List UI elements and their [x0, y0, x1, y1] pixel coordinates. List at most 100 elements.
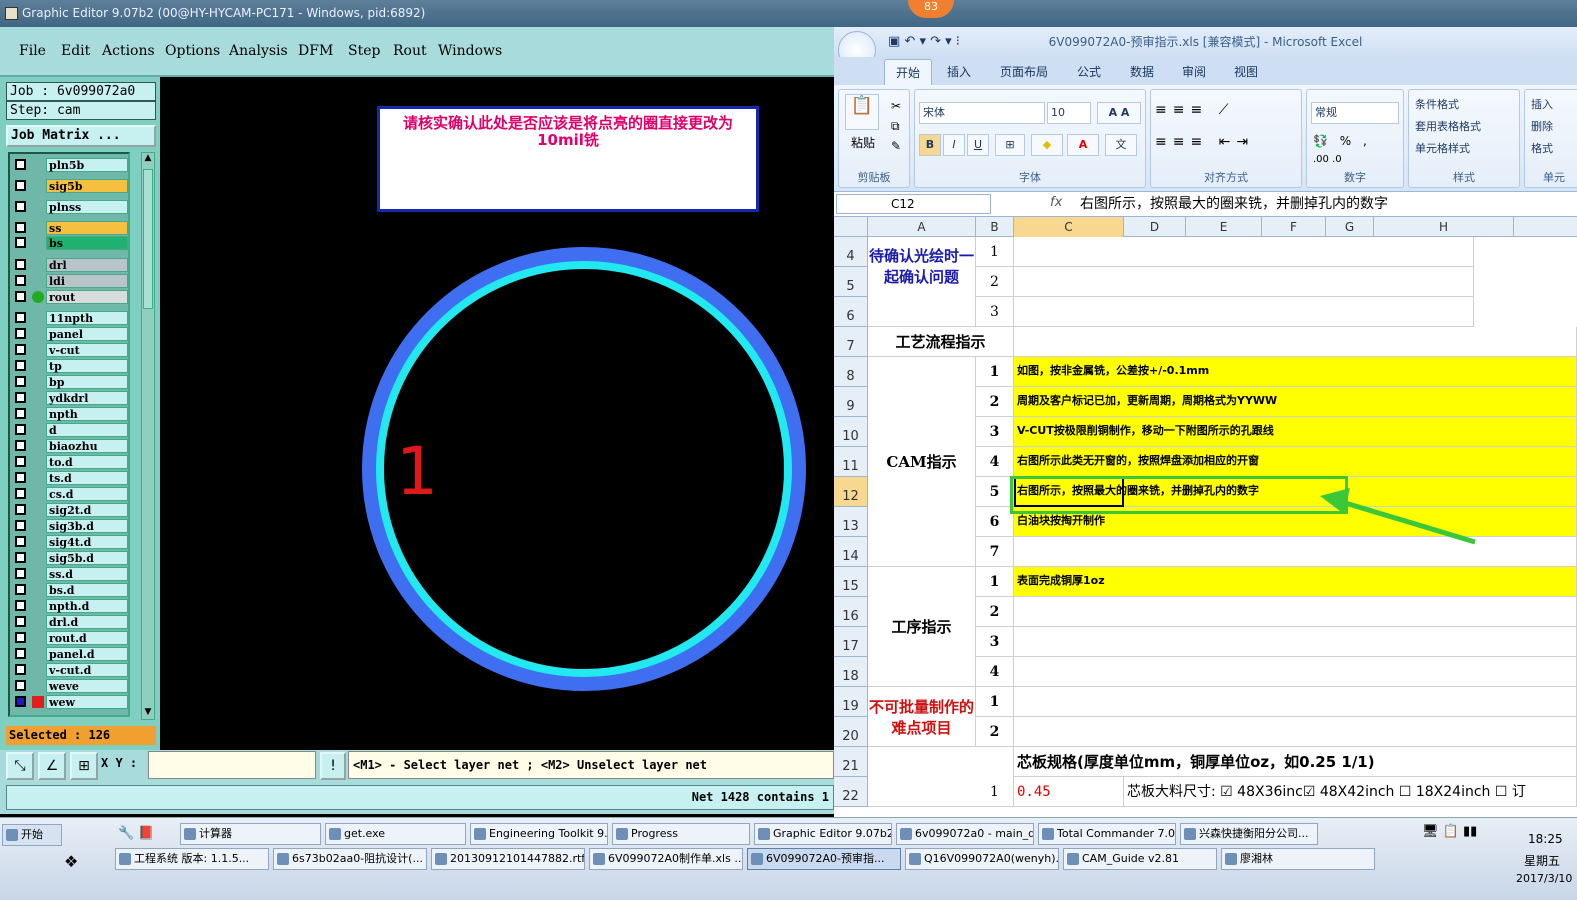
layer-name[interactable]: rout: [46, 290, 128, 304]
layer-name[interactable]: weve: [46, 679, 128, 693]
layer-checkbox[interactable]: [15, 291, 26, 302]
layer-name[interactable]: v-cut: [46, 343, 128, 357]
layer-name[interactable]: sig3b.d: [46, 519, 128, 533]
row-header[interactable]: 10: [834, 417, 868, 447]
menu-options[interactable]: Options: [165, 43, 220, 59]
layer-row[interactable]: ts.d: [12, 471, 130, 485]
layer-name[interactable]: drl.d: [46, 615, 128, 629]
layer-name[interactable]: sig4t.d: [46, 535, 128, 549]
row-header[interactable]: 8: [834, 357, 868, 387]
layer-checkbox[interactable]: [15, 275, 26, 286]
font-color-icon[interactable]: A: [1067, 134, 1099, 156]
layer-checkbox[interactable]: [15, 259, 26, 270]
core-size-options[interactable]: 芯板大料尺寸: ☑ 48X36inc☑ 48X42inch ☐ 18X24inc…: [1124, 777, 1577, 807]
layer-name[interactable]: to.d: [46, 455, 128, 469]
layer-name[interactable]: rout.d: [46, 631, 128, 645]
menu-windows[interactable]: Windows: [438, 43, 502, 59]
layer-row[interactable]: rout: [12, 290, 130, 304]
layer-checkbox[interactable]: [15, 376, 26, 387]
font-name-select[interactable]: 宋体: [919, 102, 1045, 124]
italic-button[interactable]: I: [943, 134, 965, 156]
layer-row[interactable]: tp: [12, 359, 130, 373]
layer-name[interactable]: drl: [46, 258, 128, 272]
tab-view[interactable]: 视图: [1234, 63, 1258, 80]
layer-checkbox[interactable]: [15, 536, 26, 547]
taskbar-button[interactable]: 廖湘林: [1221, 848, 1375, 870]
number-format-icons[interactable]: 💱 % ,: [1313, 134, 1371, 148]
column-header[interactable]: D: [1124, 217, 1186, 237]
format-cells-button[interactable]: 格式: [1531, 140, 1553, 156]
row-header[interactable]: 9: [834, 387, 868, 417]
layer-checkbox[interactable]: [15, 568, 26, 579]
layer-checkbox[interactable]: [15, 488, 26, 499]
quick-launch-icons[interactable]: 🔧 📕: [118, 826, 155, 841]
fx-icon[interactable]: fx: [1050, 195, 1062, 210]
menu-step[interactable]: Step: [348, 43, 380, 59]
layer-name[interactable]: pln5b: [46, 158, 128, 172]
layer-name[interactable]: cs.d: [46, 487, 128, 501]
vertical-align-icons[interactable]: ≡≡≡ ⟋: [1155, 102, 1234, 118]
layer-row[interactable]: npth: [12, 407, 130, 421]
taskbar-button[interactable]: Engineering Toolkit 9....: [470, 823, 608, 845]
table-format-button[interactable]: 套用表格格式: [1415, 118, 1481, 134]
row-header[interactable]: 7: [834, 327, 868, 357]
layer-name[interactable]: sig2t.d: [46, 503, 128, 517]
menu-file[interactable]: File: [19, 43, 46, 59]
underline-button[interactable]: U: [967, 134, 989, 156]
inner-ring[interactable]: [376, 261, 792, 677]
layer-name[interactable]: ts.d: [46, 471, 128, 485]
row-header[interactable]: 15: [834, 567, 868, 597]
row-header[interactable]: 19: [834, 687, 868, 717]
column-header[interactable]: H: [1374, 217, 1514, 237]
tab-home[interactable]: 开始: [884, 59, 933, 85]
layer-name[interactable]: ldi: [46, 274, 128, 288]
tray-icons[interactable]: 🖥 📋 ▮▮: [1422, 824, 1477, 839]
layer-checkbox[interactable]: [15, 504, 26, 515]
row-header[interactable]: 5: [834, 267, 868, 297]
layer-row[interactable]: bs.d: [12, 583, 130, 597]
paste-icon[interactable]: 📋: [845, 94, 879, 130]
xy-input[interactable]: [148, 751, 316, 779]
row-header[interactable]: 13: [834, 507, 868, 537]
layer-row[interactable]: sig4t.d: [12, 535, 130, 549]
layer-checkbox[interactable]: [15, 328, 26, 339]
layer-checkbox[interactable]: [15, 312, 26, 323]
layer-row[interactable]: ss.d: [12, 567, 130, 581]
layer-checkbox[interactable]: [15, 520, 26, 531]
layer-row[interactable]: sig5b: [12, 179, 130, 193]
table-cell[interactable]: [1014, 717, 1577, 747]
layer-name[interactable]: wew: [46, 695, 128, 709]
column-header[interactable]: G: [1326, 217, 1374, 237]
layer-name[interactable]: bp: [46, 375, 128, 389]
row-header[interactable]: 4: [834, 237, 868, 267]
conditional-format-button[interactable]: 条件格式: [1415, 96, 1459, 112]
phonetic-icon[interactable]: 文: [1105, 134, 1137, 156]
layer-checkbox[interactable]: [15, 408, 26, 419]
scroll-down-icon[interactable]: ▼: [143, 707, 153, 719]
layer-row[interactable]: weve: [12, 679, 130, 693]
layer-checkbox[interactable]: [15, 600, 26, 611]
tab-data[interactable]: 数据: [1130, 63, 1154, 80]
layer-row[interactable]: bs: [12, 236, 130, 250]
grid-tool-button[interactable]: ⊞: [70, 752, 98, 780]
layer-name[interactable]: sig5b: [46, 179, 128, 193]
layer-checkbox[interactable]: [15, 159, 26, 170]
layer-name[interactable]: plnss: [46, 200, 128, 214]
cell-style-button[interactable]: 单元格样式: [1415, 140, 1470, 156]
layer-name[interactable]: d: [46, 423, 128, 437]
fill-color-icon[interactable]: ◆: [1031, 134, 1063, 156]
column-header[interactable]: F: [1262, 217, 1326, 237]
measure-tool-button[interactable]: ∠: [38, 752, 66, 780]
menu-dfm[interactable]: DFM: [298, 43, 333, 59]
layer-row[interactable]: biaozhu: [12, 439, 130, 453]
layer-name[interactable]: ss.d: [46, 567, 128, 581]
number-format-select[interactable]: 常规: [1311, 102, 1399, 124]
column-header[interactable]: A: [868, 217, 976, 237]
procedure-instruction[interactable]: [1014, 627, 1577, 657]
layer-checkbox[interactable]: [15, 584, 26, 595]
cam-instruction[interactable]: 如图，按非金属铣，公差按+/-0.1mm: [1014, 357, 1577, 387]
taskbar-button[interactable]: 6v099072a0 - main_qa: [896, 823, 1034, 845]
insert-cells-button[interactable]: 插入: [1531, 96, 1553, 112]
tab-formulas[interactable]: 公式: [1077, 63, 1101, 80]
font-size-select[interactable]: 10: [1047, 102, 1091, 124]
